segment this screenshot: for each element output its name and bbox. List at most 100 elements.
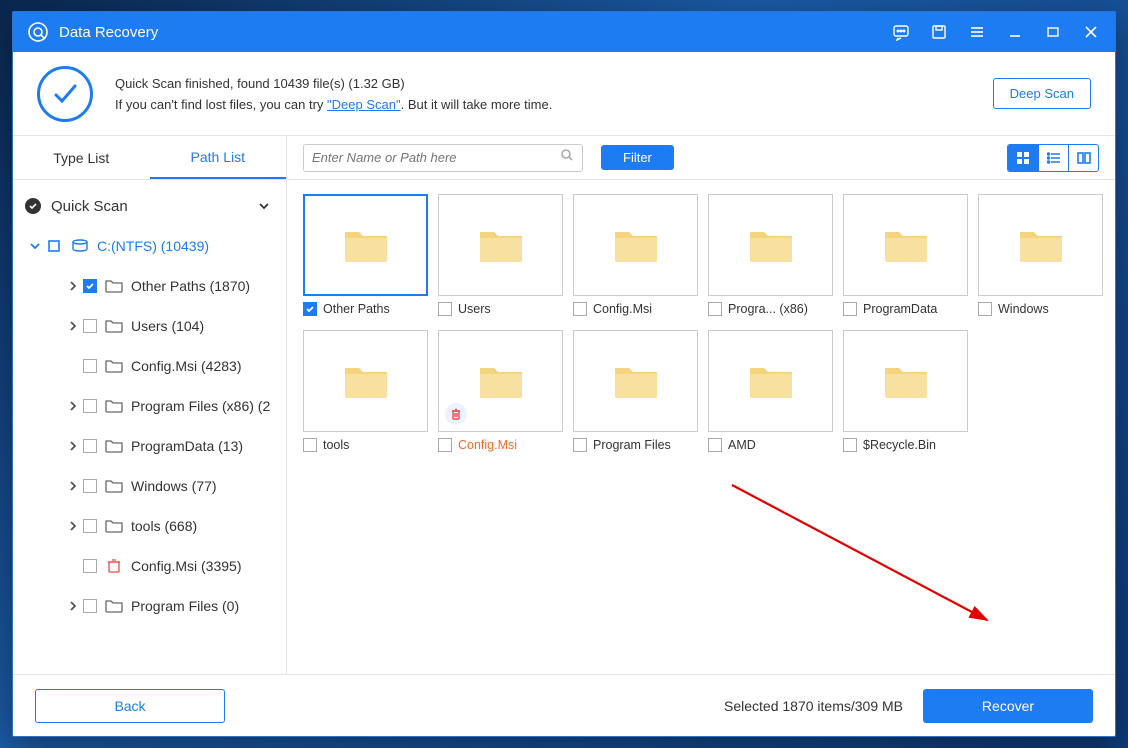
folder-card[interactable]: ProgramData <box>843 194 968 316</box>
folder-card[interactable]: tools <box>303 330 428 452</box>
deep-scan-link[interactable]: "Deep Scan" <box>327 97 401 112</box>
tree-item[interactable]: Users (104) <box>13 306 286 346</box>
title-bar: Data Recovery <box>13 12 1115 52</box>
checkbox[interactable] <box>83 399 97 413</box>
card-label: $Recycle.Bin <box>863 438 968 452</box>
folder-thumbnail[interactable] <box>843 330 968 432</box>
annotation-arrow <box>727 480 1007 640</box>
chevron-right-icon[interactable] <box>63 441 83 451</box>
folder-icon <box>105 479 123 493</box>
checkbox[interactable] <box>83 439 97 453</box>
path-tree[interactable]: Quick Scan C:(NTFS) (10439) Other Paths … <box>13 180 286 674</box>
tree-drive-c[interactable]: C:(NTFS) (10439) <box>13 226 286 266</box>
summary-text: Quick Scan finished, found 10439 file(s)… <box>115 76 971 112</box>
checkbox[interactable] <box>573 438 587 452</box>
checkbox[interactable] <box>843 302 857 316</box>
checkbox[interactable] <box>438 438 452 452</box>
recover-button[interactable]: Recover <box>923 689 1093 723</box>
checkbox[interactable] <box>708 302 722 316</box>
checkbox[interactable] <box>708 438 722 452</box>
filter-button[interactable]: Filter <box>601 145 674 170</box>
folder-card[interactable]: Config.Msi <box>573 194 698 316</box>
folder-thumbnail[interactable] <box>573 330 698 432</box>
view-grid-button[interactable] <box>1008 145 1038 171</box>
folder-thumbnail[interactable] <box>438 194 563 296</box>
chevron-right-icon[interactable] <box>63 481 83 491</box>
card-label: Windows <box>998 302 1103 316</box>
checkbox[interactable] <box>303 302 317 316</box>
folder-thumbnail[interactable] <box>708 330 833 432</box>
checkbox[interactable] <box>83 319 97 333</box>
checkbox[interactable] <box>303 438 317 452</box>
summary-line-1: Quick Scan finished, found 10439 file(s)… <box>115 76 971 91</box>
tree-item[interactable]: Program Files (x86) (2 <box>13 386 286 426</box>
folder-thumbnail[interactable] <box>303 330 428 432</box>
checkbox[interactable] <box>978 302 992 316</box>
tree-item[interactable]: Config.Msi (3395) <box>13 546 286 586</box>
tree-item[interactable]: Other Paths (1870) <box>13 266 286 306</box>
folder-thumbnail[interactable] <box>978 194 1103 296</box>
tab-type-list[interactable]: Type List <box>13 136 150 179</box>
tab-path-list[interactable]: Path List <box>150 136 287 179</box>
tree-root-quickscan[interactable]: Quick Scan <box>13 186 286 226</box>
view-list-button[interactable] <box>1038 145 1068 171</box>
folder-thumbnail[interactable] <box>573 194 698 296</box>
content: Filter Other PathsUsersConfig.MsiProgra.… <box>287 136 1115 674</box>
chevron-right-icon[interactable] <box>63 401 83 411</box>
menu-icon[interactable] <box>967 22 987 42</box>
tree-item[interactable]: Config.Msi (4283) <box>13 346 286 386</box>
save-icon[interactable] <box>929 22 949 42</box>
folder-thumbnail[interactable] <box>708 194 833 296</box>
checkbox[interactable] <box>573 302 587 316</box>
folder-grid[interactable]: Other PathsUsersConfig.MsiProgra... (x86… <box>287 180 1115 674</box>
checkbox[interactable] <box>83 359 97 373</box>
search-input[interactable] <box>312 150 560 165</box>
chevron-right-icon[interactable] <box>63 601 83 611</box>
feedback-icon[interactable] <box>891 22 911 42</box>
chevron-right-icon[interactable] <box>63 321 83 331</box>
folder-card[interactable]: Program Files <box>573 330 698 452</box>
tree-item-label: Windows (77) <box>131 478 217 494</box>
back-button[interactable]: Back <box>35 689 225 723</box>
sidebar: Type List Path List Quick Scan C:(NTFS) … <box>13 136 287 674</box>
folder-thumbnail[interactable] <box>303 194 428 296</box>
search-icon[interactable] <box>560 148 574 167</box>
chevron-right-icon[interactable] <box>63 521 83 531</box>
checkbox[interactable] <box>83 519 97 533</box>
tree-item[interactable]: Program Files (0) <box>13 586 286 626</box>
folder-card[interactable]: Windows <box>978 194 1103 316</box>
checkbox[interactable] <box>83 479 97 493</box>
folder-card[interactable]: Other Paths <box>303 194 428 316</box>
chevron-down-icon[interactable] <box>25 240 45 252</box>
tree-item[interactable]: Windows (77) <box>13 466 286 506</box>
card-footer: ProgramData <box>843 302 968 316</box>
tree-item[interactable]: tools (668) <box>13 506 286 546</box>
chevron-right-icon[interactable] <box>63 281 83 291</box>
folder-card[interactable]: $Recycle.Bin <box>843 330 968 452</box>
tree-item-label: Other Paths (1870) <box>131 278 250 294</box>
checkbox[interactable] <box>83 559 97 573</box>
folder-icon <box>105 439 123 453</box>
folder-card[interactable]: AMD <box>708 330 833 452</box>
tree-item-label: Users (104) <box>131 318 204 334</box>
folder-card[interactable]: Config.Msi <box>438 330 563 452</box>
checkbox[interactable] <box>438 302 452 316</box>
close-button[interactable] <box>1081 22 1101 42</box>
minimize-button[interactable] <box>1005 22 1025 42</box>
folder-thumbnail[interactable] <box>843 194 968 296</box>
checkbox[interactable] <box>83 279 97 293</box>
chevron-down-icon[interactable] <box>254 200 274 212</box>
tree-item[interactable]: ProgramData (13) <box>13 426 286 466</box>
card-footer: Windows <box>978 302 1103 316</box>
checkbox[interactable] <box>83 599 97 613</box>
folder-thumbnail[interactable] <box>438 330 563 432</box>
app-title: Data Recovery <box>59 24 881 41</box>
folder-card[interactable]: Users <box>438 194 563 316</box>
window-controls <box>891 22 1101 42</box>
folder-card[interactable]: Progra... (x86) <box>708 194 833 316</box>
view-preview-button[interactable] <box>1068 145 1098 171</box>
checkbox[interactable] <box>843 438 857 452</box>
search-box[interactable] <box>303 144 583 172</box>
deep-scan-button[interactable]: Deep Scan <box>993 78 1091 109</box>
maximize-button[interactable] <box>1043 22 1063 42</box>
